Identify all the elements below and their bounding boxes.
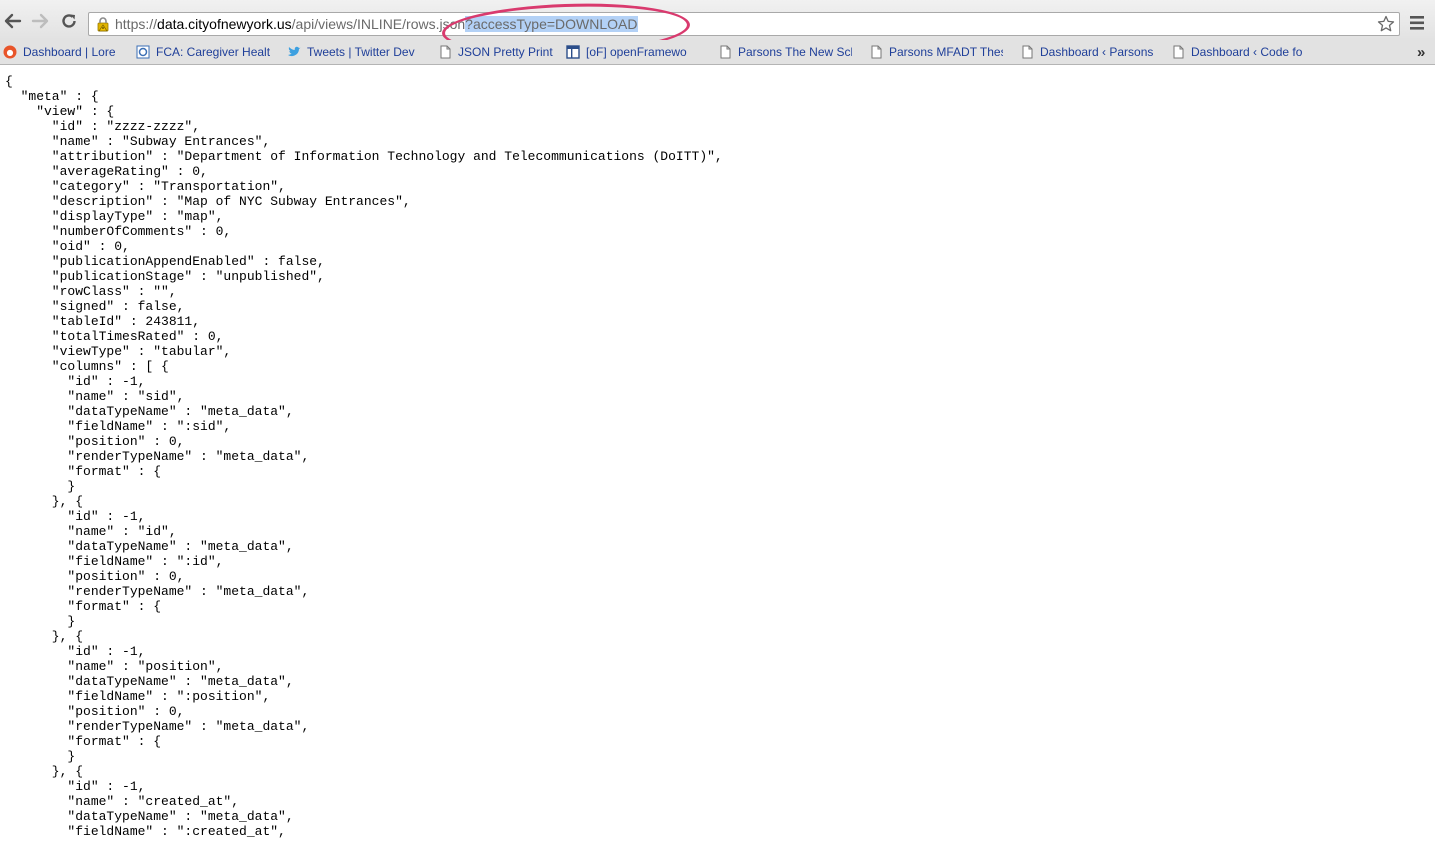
bookmark-label: JSON Pretty Print [458, 45, 553, 59]
json-line: "meta" : { [5, 89, 99, 104]
bookmark-label: Parsons MFADT Thes [889, 45, 1003, 59]
json-line: "publicationStage" : "unpublished", [5, 269, 325, 284]
json-line: "fieldName" : ":position", [5, 689, 271, 704]
json-line: "displayType" : "map", [5, 209, 224, 224]
of-icon [566, 45, 580, 59]
bookmark-parsons-mfadt[interactable]: Parsons MFADT Thes [869, 44, 1003, 60]
json-line: "renderTypeName" : "meta_data", [5, 449, 310, 464]
json-line: "name" : "Subway Entrances", [5, 134, 271, 149]
json-line: "id" : "zzzz-zzzz", [5, 119, 201, 134]
bookmark-twitter-dev[interactable]: Tweets | Twitter Dev [287, 44, 415, 60]
page-icon [720, 45, 731, 59]
json-line: "dataTypeName" : "meta_data", [5, 404, 294, 419]
json-line: "averageRating" : 0, [5, 164, 208, 179]
bookmark-dashboard-code[interactable]: Dashboard ‹ Code fo [1171, 44, 1302, 60]
bookmark-openframeworks[interactable]: [oF] openFramewo [566, 44, 687, 60]
json-document: { "meta" : { "view" : { "id" : "zzzz-zzz… [5, 74, 723, 839]
json-line: "position" : 0, [5, 434, 185, 449]
hamburger-menu-icon[interactable] [1409, 14, 1425, 32]
json-line: }, { [5, 629, 84, 644]
address-bar[interactable]: https://data.cityofnewyork.us/api/views/… [88, 12, 1400, 36]
json-line: "id" : -1, [5, 509, 146, 524]
json-line: "columns" : [ { [5, 359, 169, 374]
json-line: "dataTypeName" : "meta_data", [5, 674, 294, 689]
json-line: }, { [5, 494, 84, 509]
json-line: "name" : "sid", [5, 389, 185, 404]
reload-button[interactable] [59, 11, 79, 31]
bookmarks-bar: ● Dashboard | Lore FCA: Caregiver Healt … [0, 40, 1435, 65]
json-line: "renderTypeName" : "meta_data", [5, 584, 310, 599]
json-line: "name" : "id", [5, 524, 177, 539]
page-icon [1173, 45, 1184, 59]
forward-button[interactable] [30, 11, 50, 31]
json-line: "numberOfComments" : 0, [5, 224, 232, 239]
bookmark-dashboard-parsons[interactable]: Dashboard ‹ Parsons [1020, 44, 1153, 60]
lore-icon: ● [3, 45, 17, 59]
json-line: "id" : -1, [5, 779, 146, 794]
url-scheme: https:// [115, 16, 158, 32]
json-line: "name" : "position", [5, 659, 224, 674]
url-query-selection: ?accessType=DOWNLOAD [465, 16, 638, 32]
bookmark-parsons-new-school[interactable]: Parsons The New Sch [718, 44, 852, 60]
json-line: "description" : "Map of NYC Subway Entra… [5, 194, 411, 209]
json-line: "fieldName" : ":created_at", [5, 824, 286, 839]
bookmark-label: Tweets | Twitter Dev [307, 45, 415, 59]
back-button[interactable] [3, 11, 23, 31]
bookmark-label: [oF] openFramewo [586, 45, 687, 59]
json-line: { [5, 74, 13, 89]
json-line: "position" : 0, [5, 704, 185, 719]
json-line: "totalTimesRated" : 0, [5, 329, 224, 344]
page-icon [871, 45, 882, 59]
json-line: "rowClass" : "", [5, 284, 177, 299]
url-host: data.cityofnewyork.us [157, 16, 292, 32]
json-line: "viewType" : "tabular", [5, 344, 232, 359]
json-line: "format" : { [5, 599, 162, 614]
json-line: "position" : 0, [5, 569, 185, 584]
json-line: "format" : { [5, 734, 162, 749]
json-line: "name" : "created_at", [5, 794, 240, 809]
star-icon[interactable] [1377, 15, 1395, 33]
json-line: "fieldName" : ":id", [5, 554, 224, 569]
bookmark-label: Dashboard | Lore [23, 45, 116, 59]
bookmark-label: Dashboard ‹ Code fo [1191, 45, 1303, 59]
json-line: "dataTypeName" : "meta_data", [5, 539, 294, 554]
fca-icon [136, 45, 150, 59]
json-line: "id" : -1, [5, 644, 146, 659]
arrow-left-icon [4, 13, 22, 29]
bookmark-dashboard-lore[interactable]: ● Dashboard | Lore [3, 44, 116, 60]
bookmark-label: Parsons The New Sch [738, 45, 852, 59]
json-line: } [5, 479, 76, 494]
arrow-right-icon [31, 13, 49, 29]
bookmark-label: FCA: Caregiver Healt [156, 45, 271, 59]
page-icon [1022, 45, 1033, 59]
json-line: } [5, 614, 76, 629]
json-line: "id" : -1, [5, 374, 146, 389]
url-path: /api/views/INLINE/rows.json [291, 16, 466, 32]
json-line: "publicationAppendEnabled" : false, [5, 254, 325, 269]
warning-lock-icon[interactable] [95, 16, 111, 32]
bookmark-fca-caregiver[interactable]: FCA: Caregiver Healt [136, 44, 270, 60]
url-text[interactable]: https://data.cityofnewyork.us/api/views/… [115, 16, 638, 33]
json-line: "tableId" : 243811, [5, 314, 201, 329]
more-bookmarks-icon[interactable]: » [1417, 44, 1425, 61]
json-line: "dataTypeName" : "meta_data", [5, 809, 294, 824]
json-line: "category" : "Transportation", [5, 179, 286, 194]
json-line: "attribution" : "Department of Informati… [5, 149, 723, 164]
json-line: "format" : { [5, 464, 162, 479]
json-line: } [5, 749, 76, 764]
reload-icon [62, 14, 76, 28]
browser-toolbar: https://data.cityofnewyork.us/api/views/… [0, 0, 1435, 59]
bookmark-label: Dashboard ‹ Parsons [1040, 45, 1154, 59]
json-line: "view" : { [5, 104, 115, 119]
json-line: "oid" : 0, [5, 239, 130, 254]
json-line: }, { [5, 764, 84, 779]
bookmark-json-pretty-print[interactable]: JSON Pretty Print [438, 44, 553, 60]
json-line: "fieldName" : ":sid", [5, 419, 232, 434]
json-line: "signed" : false, [5, 299, 185, 314]
svg-text:●: ● [7, 48, 14, 57]
page-icon [440, 45, 451, 59]
json-line: "renderTypeName" : "meta_data", [5, 719, 310, 734]
twitter-icon [288, 46, 301, 57]
